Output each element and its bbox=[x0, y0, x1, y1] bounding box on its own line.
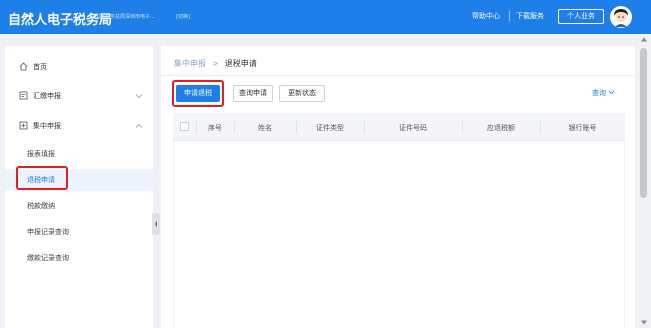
sidebar-subitem-label: 申报记录查询 bbox=[27, 228, 69, 236]
breadcrumb-separator-icon: > bbox=[212, 59, 219, 68]
sidebar-subitem-label: 税款缴纳 bbox=[27, 202, 55, 210]
sidebar-item-label: 集中申报 bbox=[33, 122, 61, 130]
sidebar-subitem-tax-payment[interactable]: 税款缴纳 bbox=[5, 195, 153, 217]
sidebar-subitem-label: 缴款记录查询 bbox=[27, 254, 69, 262]
update-status-button[interactable]: 更新状态 bbox=[279, 85, 325, 102]
page-scrollbar[interactable] bbox=[637, 34, 651, 328]
chevron-down-icon bbox=[608, 90, 615, 95]
main-panel: 集中申报 > 退税申请 申请退税 查询申请 更新状态 查询 序号 姓名 证件类型 证… bbox=[161, 46, 635, 328]
top-bar: 自然人电子税务局 国家税务总局深圳市电子... [切换] 帮助中心 下载服务 个… bbox=[0, 0, 651, 34]
org-name: 国家税务总局深圳市电子... bbox=[95, 14, 155, 20]
highlight-box bbox=[16, 166, 68, 190]
table-body bbox=[173, 141, 625, 328]
chevron-up-icon bbox=[135, 122, 143, 128]
highlight-box bbox=[172, 80, 224, 107]
scroll-thumb[interactable] bbox=[640, 48, 647, 198]
breadcrumb-current: 退税申请 bbox=[224, 59, 257, 68]
query-application-button[interactable]: 查询申请 bbox=[233, 85, 273, 102]
sidebar-item-summary[interactable]: 汇缴申报 bbox=[5, 84, 153, 108]
query-toggle[interactable]: 查询 bbox=[592, 88, 615, 98]
column-header-refund-amount: 应退税额 bbox=[487, 124, 515, 132]
sidebar: 首页 汇缴申报 集中申报 报表填报 退税申请 税款缴纳 申报记录查询 缴款记录查… bbox=[5, 46, 153, 328]
sidebar-item-label: 首页 bbox=[33, 63, 47, 71]
divider bbox=[161, 75, 635, 76]
sidebar-subitem-label: 报表填报 bbox=[27, 150, 55, 158]
scroll-down-icon[interactable] bbox=[641, 320, 647, 325]
sidebar-subitem-payment-records[interactable]: 缴款记录查询 bbox=[5, 247, 153, 269]
home-icon bbox=[19, 62, 28, 71]
table-header: 序号 姓名 证件类型 证件号码 应退税额 银行账号 bbox=[173, 113, 625, 141]
breadcrumb: 集中申报 > 退税申请 bbox=[174, 58, 257, 69]
chevron-down-icon bbox=[135, 92, 143, 99]
sidebar-collapse-handle[interactable] bbox=[152, 213, 160, 235]
switch-org-link[interactable]: [切换] bbox=[176, 13, 190, 20]
column-header-id-type: 证件类型 bbox=[316, 124, 344, 132]
help-center-link[interactable]: 帮助中心 bbox=[472, 11, 500, 21]
sidebar-subitem-report-fill[interactable]: 报表填报 bbox=[5, 143, 153, 165]
sidebar-item-centralized[interactable]: 集中申报 bbox=[5, 114, 153, 138]
user-avatar-icon[interactable] bbox=[610, 6, 632, 28]
top-divider bbox=[509, 11, 510, 21]
select-all-checkbox[interactable] bbox=[180, 122, 189, 131]
breadcrumb-parent[interactable]: 集中申报 bbox=[174, 59, 206, 68]
report-icon bbox=[19, 121, 28, 130]
sidebar-item-label: 汇缴申报 bbox=[33, 92, 61, 100]
scroll-up-icon[interactable] bbox=[641, 37, 647, 42]
query-label: 查询 bbox=[592, 89, 606, 97]
column-header-index: 序号 bbox=[208, 124, 222, 132]
sidebar-item-home[interactable]: 首页 bbox=[5, 55, 153, 79]
column-header-name: 姓名 bbox=[258, 124, 272, 132]
document-icon bbox=[19, 91, 28, 100]
chevron-left-icon bbox=[155, 221, 157, 227]
column-header-id-number: 证件号码 bbox=[399, 124, 427, 132]
column-header-bank-account: 银行账号 bbox=[568, 124, 597, 132]
sidebar-subitem-filing-records[interactable]: 申报记录查询 bbox=[5, 221, 153, 243]
download-service-link[interactable]: 下载服务 bbox=[516, 11, 544, 21]
personal-business-button[interactable]: 个人业务 bbox=[558, 9, 604, 24]
